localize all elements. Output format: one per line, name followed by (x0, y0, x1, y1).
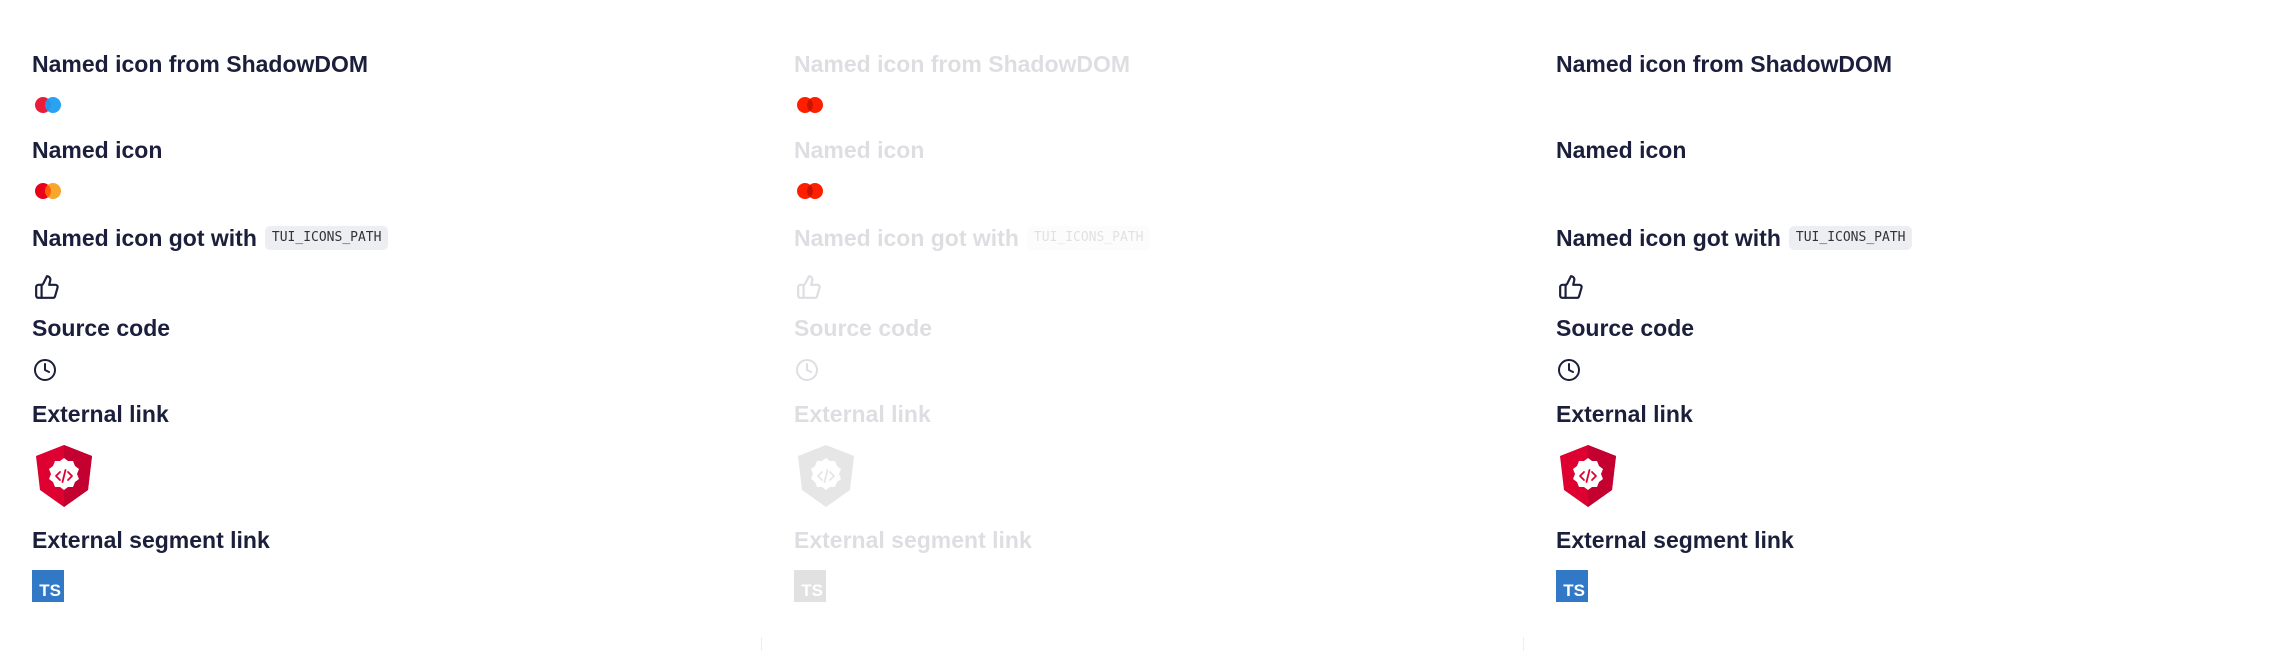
heading-external-link: External link (1556, 401, 1693, 427)
heading-external-segment-link: External segment link (794, 527, 1032, 553)
typescript-icon-label: TS (1563, 581, 1585, 600)
heading-shadowdom: Named icon from ShadowDOM (1556, 51, 1893, 77)
typescript-icon[interactable]: TS (32, 570, 64, 602)
typescript-icon[interactable]: TS (1556, 570, 1588, 602)
typescript-icon: TS (794, 570, 826, 602)
heading-external-link: External link (32, 401, 169, 427)
code-token: TUI_ICONS_PATH (1788, 226, 1913, 250)
heading-source-code: Source code (1556, 315, 1695, 341)
demo-panels: Named icon from ShadowDOM Named icon Nam… (0, 0, 2286, 651)
typescript-icon-label: TS (39, 581, 61, 600)
mastercard-red-icon (797, 97, 823, 113)
typescript-icon-label: TS (801, 581, 823, 600)
heading-icons-path-text: Named icon got with (794, 225, 1019, 251)
heading-icons-path-text: Named icon got with (1556, 225, 1781, 251)
empty-icon-slot (1556, 78, 2286, 136)
heading-named-icon: Named icon (32, 137, 163, 163)
heading-source-code: Source code (794, 315, 933, 341)
angular-badge-icon (798, 445, 854, 507)
code-token: TUI_ICONS_PATH (264, 226, 389, 250)
heading-external-link: External link (794, 401, 931, 427)
heading-named-icon: Named icon (1556, 137, 1687, 163)
clock-icon (796, 359, 818, 381)
heading-icons-path: Named icon got with TUI_ICONS_PATH (1556, 224, 2286, 252)
empty-icon-slot (1556, 164, 2286, 224)
panel-normal-2: Named icon from ShadowDOM Named icon Nam… (1524, 0, 2286, 651)
heading-icons-path: Named icon got with TUI_ICONS_PATH (794, 224, 1524, 252)
heading-named-icon: Named icon (794, 137, 925, 163)
heading-shadowdom: Named icon from ShadowDOM (32, 51, 369, 77)
heading-shadowdom: Named icon from ShadowDOM (794, 51, 1131, 77)
code-token: TUI_ICONS_PATH (1026, 226, 1151, 250)
mastercard-blue-icon (35, 97, 61, 113)
panel-normal-1: Named icon from ShadowDOM Named icon Nam… (0, 0, 762, 651)
angular-badge-icon[interactable] (34, 444, 94, 508)
clock-icon (1558, 359, 1580, 381)
mastercard-icon (35, 183, 61, 199)
thumbs-up-icon (1559, 275, 1583, 299)
thumbs-up-icon (797, 275, 821, 299)
heading-icons-path-text: Named icon got with (32, 225, 257, 251)
heading-external-segment-link: External segment link (32, 527, 270, 553)
clock-icon (34, 359, 56, 381)
mastercard-red-icon (797, 183, 823, 199)
angular-badge-icon[interactable] (1558, 444, 1618, 508)
thumbs-up-icon (35, 275, 59, 299)
heading-source-code: Source code (32, 315, 171, 341)
heading-external-segment-link: External segment link (1556, 527, 1794, 553)
heading-icons-path: Named icon got with TUI_ICONS_PATH (32, 224, 762, 252)
panel-disabled: Named icon from ShadowDOM Named icon Nam… (762, 0, 1524, 651)
